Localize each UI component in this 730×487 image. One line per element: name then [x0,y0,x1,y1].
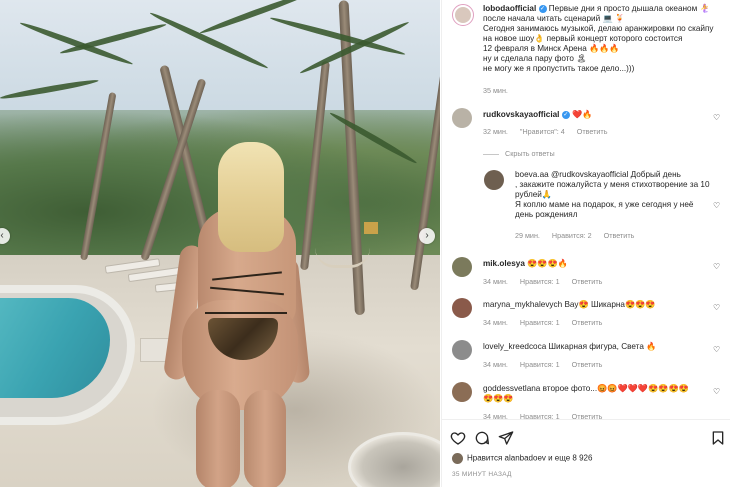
comment-likes[interactable]: Нравится: 2 [552,231,592,240]
caption-line: ну и сделала пару фото 🏝 [483,54,587,63]
reply-button[interactable]: Ответить [572,277,603,286]
comment-meta: 34 мин. Нравится: 1 Ответить [483,360,612,369]
author-avatar[interactable] [452,4,474,26]
liker-avatar [452,453,463,464]
comment-body: 😍😍😍 [483,394,514,403]
comment-username[interactable]: boeva.aa [515,170,549,179]
caption-text: lobodaofficial ✓ Первые дни я просто дыш… [483,4,728,74]
post-actions-bar: Нравится alanbadoev и еще 8 926 35 МИНУТ… [442,419,730,487]
comment-time: 34 мин. [483,360,508,369]
comment-item: rudkovskayaofficial ✓ ❤️🔥 32 мин. "Нрави… [452,108,727,138]
caption-line: не могу же я пропустить такое дело...))) [483,64,635,73]
caption-line: 12 февраля в Минск Арена 🔥🔥🔥 [483,44,620,53]
likes-text: Нравится alanbadoev и еще 8 926 [467,453,593,463]
reply-button[interactable]: Ответить [577,127,608,136]
comment-likes[interactable]: Нравится: 1 [520,360,560,369]
comment-username[interactable]: mik.olesya [483,259,525,268]
comment-body: второе фото...😡😡❤️❤️❤️😍😍😍😍 [542,384,689,393]
comment-time: 29 мин. [515,231,540,240]
comment-item: mik.olesya 😍😍😍🔥 34 мин. Нравится: 1 Отве… [452,257,727,287]
comment-likes[interactable]: Нравится: 1 [520,277,560,286]
commenter-avatar[interactable] [452,382,472,402]
comments-panel: lobodaofficial ✓ Первые дни я просто дыш… [441,0,730,487]
comment-time: 34 мин. [483,277,508,286]
comment-meta: 34 мин. Нравится: 1 Ответить [483,318,612,327]
next-photo-button[interactable]: › [419,228,435,244]
leg-right [244,390,286,487]
comment-meta: 29 мин. Нравится: 2 Ответить [515,231,644,240]
post-photo[interactable]: ‹ › [0,0,440,487]
comment-body: рублей🙏 [515,190,553,199]
bookmark-icon[interactable] [710,430,726,446]
comment-bubble-icon[interactable] [474,430,490,446]
woman-hair [218,142,284,252]
share-send-icon[interactable] [498,430,514,446]
commenter-avatar[interactable] [452,340,472,360]
caption-line: на новое шоу👌 первый концерт которого со… [483,34,683,43]
comment-item: lovely_kreedcoca Шикарная фигура, Света … [452,340,727,370]
comment-meta: 32 мин. "Нравится": 4 Ответить [483,127,617,136]
leg-left [196,390,240,487]
comment-body: 😍😍😍🔥 [527,259,568,268]
comment-text: rudkovskayaofficial ✓ ❤️🔥 [483,110,592,120]
comment-time: 34 мин. [483,318,508,327]
like-heart-icon[interactable] [450,430,466,446]
comment-text: goddessvetlana второе фото...😡😡❤️❤️❤️😍😍😍… [483,384,689,404]
author-username[interactable]: lobodaofficial [483,4,536,13]
comment-meta: 34 мин. Нравится: 1 Ответить [483,277,612,286]
comment-body: Я коплю маме на подарок, я уже сегодня у… [515,200,694,209]
comment-body: @rudkovskayaofficial Добрый день [550,170,681,179]
comment-reply: boeva.aa @rudkovskayaofficial Добрый ден… [484,170,727,240]
verified-icon: ✓ [561,110,570,119]
reply-button[interactable]: Ответить [572,360,603,369]
commenter-avatar[interactable] [452,257,472,277]
caption-line: Первые дни я просто дышала океаном 🧜‍♀️ [548,4,710,13]
bikini-strap [205,312,287,314]
likes-summary[interactable]: Нравится alanbadoev и еще 8 926 [452,453,592,464]
comment-like-icon[interactable]: ♡ [713,202,721,210]
hide-replies-label: Скрыть ответы [505,149,555,158]
comment-body: день рождениял [515,210,578,219]
commenter-avatar[interactable] [452,108,472,128]
comment-time: 32 мин. [483,127,508,136]
reply-button[interactable]: Ответить [572,318,603,327]
comment-username[interactable]: goddessvetlana [483,384,540,393]
comment-item: goddessvetlana второе фото...😡😡❤️❤️❤️😍😍😍… [452,382,727,421]
comment-likes[interactable]: Нравится: 1 [520,318,560,327]
comment-likes[interactable]: "Нравится": 4 [520,127,565,136]
commenter-avatar[interactable] [452,298,472,318]
post-timestamp: 35 МИНУТ НАЗАД [452,471,512,478]
caption-time: 35 мин. [483,86,508,95]
caption-line: после начала читать сценарий 💻 🍹 [483,14,626,23]
comment-body: , закажите пожалуйста у меня стихотворен… [515,180,710,189]
verified-icon: ✓ [538,4,547,13]
comment-text: boeva.aa @rudkovskayaofficial Добрый ден… [515,170,710,220]
comment-text: mik.olesya 😍😍😍🔥 [483,259,568,269]
comment-body: Вау😍 Шикарна😍😍😍 [564,300,656,309]
reply-button[interactable]: Ответить [604,231,635,240]
divider-line [483,153,499,155]
comment-username[interactable]: maryna_mykhalevych [483,300,562,309]
comment-like-icon[interactable]: ♡ [713,263,721,271]
comment-item: maryna_mykhalevych Вау😍 Шикарна😍😍😍 34 ми… [452,298,727,328]
comment-body: Шикарная фигура, Света 🔥 [548,342,657,351]
hide-replies-toggle[interactable]: Скрыть ответы [483,149,555,158]
comment-username[interactable]: lovely_kreedcoca [483,342,546,351]
comment-like-icon[interactable]: ♡ [713,388,721,396]
commenter-avatar[interactable] [484,170,504,190]
comment-text: lovely_kreedcoca Шикарная фигура, Света … [483,342,656,352]
comment-like-icon[interactable]: ♡ [713,114,721,122]
post-caption: lobodaofficial ✓ Первые дни я просто дыш… [452,4,728,95]
trunk-rope [364,222,378,234]
comment-like-icon[interactable]: ♡ [713,304,721,312]
comment-username[interactable]: rudkovskayaofficial [483,110,559,119]
caption-line: Сегодня занимаюсь музыкой, делаю аранжир… [483,24,714,33]
comment-text: maryna_mykhalevych Вау😍 Шикарна😍😍😍 [483,300,656,310]
comment-body: ❤️🔥 [572,110,593,119]
comment-like-icon[interactable]: ♡ [713,346,721,354]
